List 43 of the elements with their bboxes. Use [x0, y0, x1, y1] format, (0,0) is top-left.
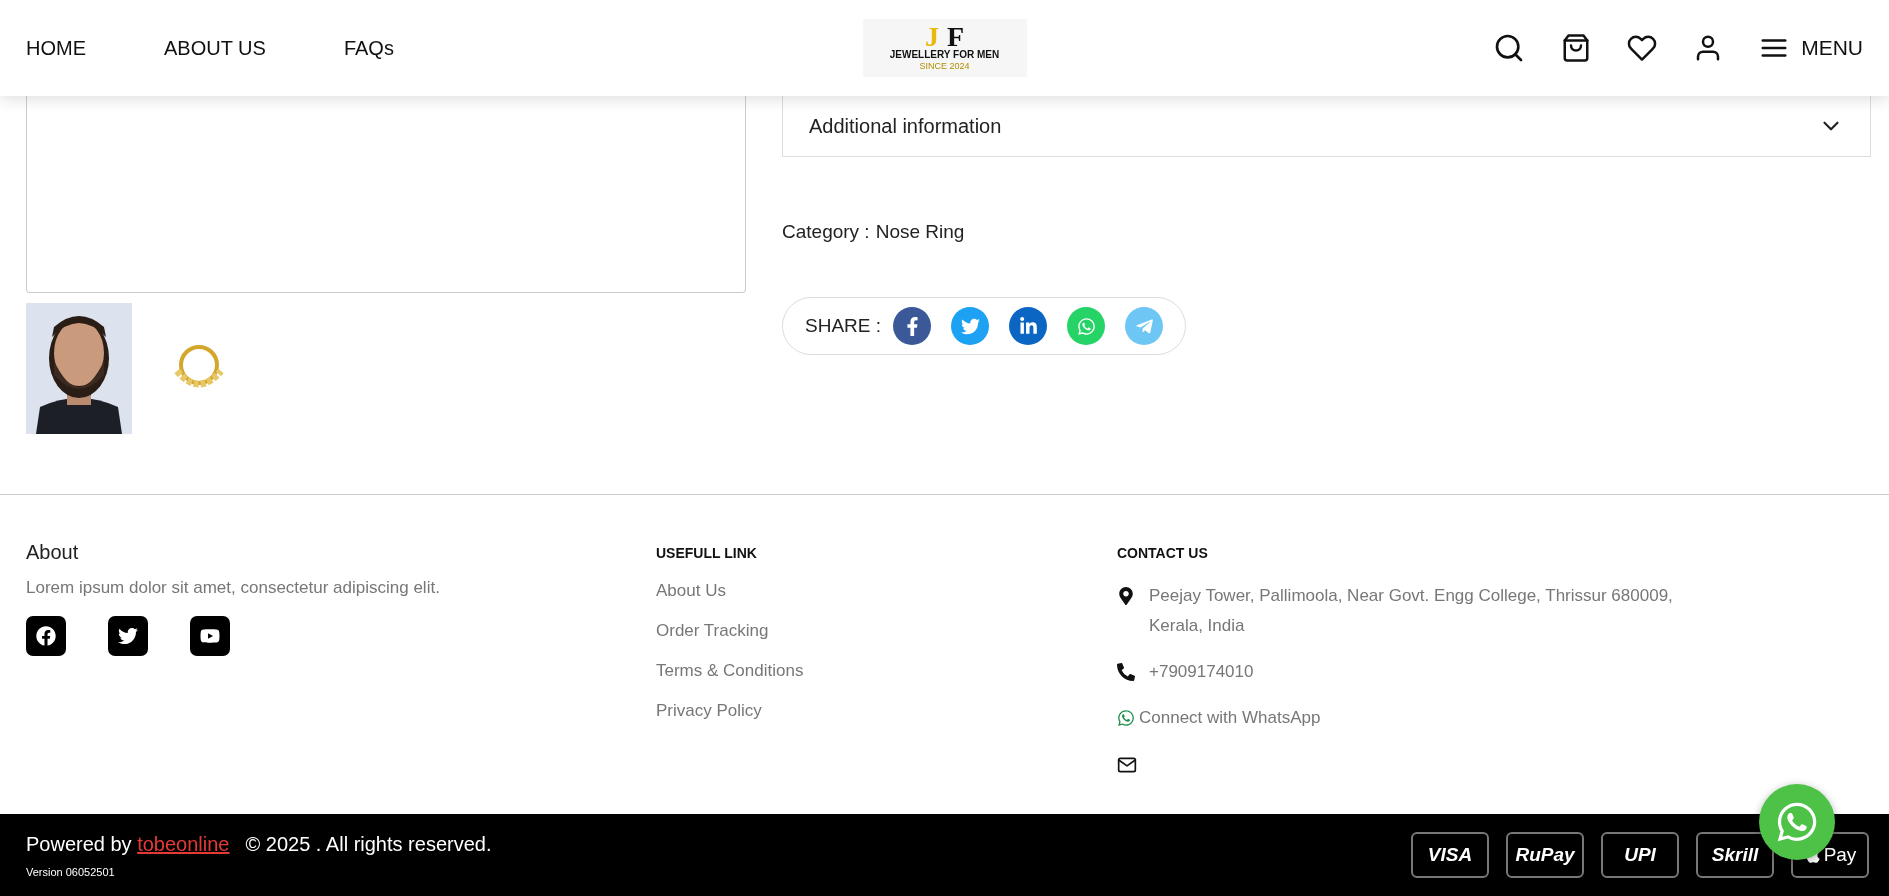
whatsapp-icon	[1775, 800, 1819, 844]
whatsapp-icon	[1076, 316, 1096, 336]
mail-icon[interactable]	[1117, 755, 1137, 775]
logo[interactable]: J F JEWELLERY FOR MEN SINCE 2024	[862, 19, 1027, 77]
share-label: SHARE :	[805, 315, 882, 337]
twitter-icon	[960, 316, 980, 336]
footer-link[interactable]: About Us	[656, 581, 1117, 601]
payment-card: VISA	[1411, 832, 1489, 878]
shopping-bag-icon[interactable]	[1561, 33, 1592, 63]
phone-icon	[1117, 663, 1135, 681]
whatsapp-link[interactable]: Connect with WhatsApp	[1139, 703, 1321, 733]
category-value: Nose Ring	[875, 221, 965, 243]
brand-link[interactable]: tobeonline	[137, 832, 230, 855]
footer-link[interactable]: Terms & Conditions	[656, 661, 1117, 681]
payment-card: RuPay	[1506, 832, 1584, 878]
nav-link[interactable]: HOME	[26, 36, 86, 60]
facebook-share-button[interactable]	[893, 307, 932, 345]
twitter-share-button[interactable]	[951, 307, 990, 345]
nav-link[interactable]: FAQs	[343, 36, 394, 60]
category-label: Category :	[782, 221, 870, 243]
nav-link[interactable]: ABOUT US	[164, 36, 266, 60]
about-text: Lorem ipsum dolor sit amet, consectetur adipiscing elit.	[26, 578, 441, 598]
footer-heading: USEFULL LINK	[656, 545, 758, 561]
payment-card: UPI	[1601, 832, 1679, 878]
twitter-icon[interactable]	[108, 616, 148, 656]
linkedin-icon	[1018, 316, 1038, 336]
address-text: Peejay Tower, Pallimoola, Near Govt. Engg College, Thrissur 680009, Kerala, India	[1149, 585, 1674, 637]
menu-button[interactable]: MENU	[1759, 33, 1863, 63]
footer-link[interactable]: Privacy Policy	[656, 701, 1117, 721]
footer-heading: About	[26, 541, 80, 564]
linkedin-share-button[interactable]	[1009, 307, 1048, 345]
version-text: Version 06052501	[26, 865, 116, 878]
youtube-icon[interactable]	[190, 616, 230, 656]
whatsapp-icon	[1117, 709, 1135, 727]
facebook-icon[interactable]	[26, 616, 66, 656]
heart-icon[interactable]	[1627, 33, 1658, 63]
map-pin-icon	[1117, 587, 1135, 605]
phone-number: +7909174010	[1149, 661, 1254, 683]
footer-heading: CONTACT US	[1117, 545, 1209, 561]
footer-link[interactable]: Order Tracking	[656, 621, 1117, 641]
powered-by-text: Powered by tobeonline	[26, 832, 230, 856]
copyright-text: © 2025 . All rights reserved.	[245, 832, 492, 856]
accordion-header[interactable]: Additional information	[782, 96, 1871, 157]
